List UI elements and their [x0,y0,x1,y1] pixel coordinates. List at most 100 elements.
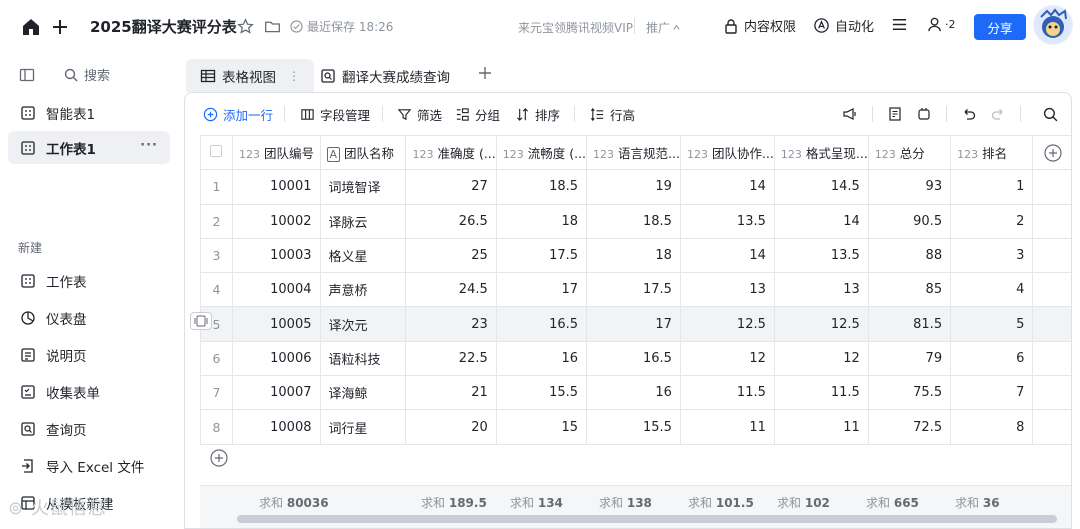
new-worksheet-item[interactable]: 工作表 [8,264,170,297]
table-cell[interactable]: 10002 [231,203,321,239]
table-cell[interactable]: 13 [679,272,775,308]
table-cell[interactable]: 3 [950,237,1034,274]
sum-fluency[interactable]: 求和 134 [510,494,563,511]
column-header[interactable]: 123 语言规范... [586,134,681,171]
table-row[interactable]: 7 10007 译海鲸 21 15.5 16 11.5 11.5 75.5 7 [200,375,1071,411]
avatar[interactable] [1033,5,1073,45]
add-row-button[interactable]: 添加一行 [203,105,273,124]
table-cell[interactable]: 11 [773,409,869,445]
table-cell[interactable]: 13.5 [679,203,775,239]
table-row[interactable]: 2 10002 译脉云 26.5 18 18.5 13.5 14 90.5 2 [200,203,1071,239]
tab-table-view[interactable]: 表格视图 ⋮ [186,59,314,92]
table-row[interactable]: 1 10001 词境智译 27 18.5 19 14 14.5 93 1 [200,169,1071,205]
add-view-icon[interactable] [478,66,492,80]
team-name-cell[interactable]: 译脉云 [319,203,407,239]
table-row[interactable]: 5 10005 译次元 23 16.5 17 12.5 12.5 81.5 5 [200,306,1071,342]
table-cell[interactable]: 90.5 [867,203,952,239]
column-header[interactable]: A 团队名称 [319,134,407,171]
table-cell[interactable]: 18.5 [495,169,588,205]
sum-language[interactable]: 求和 138 [599,494,652,511]
table-cell[interactable]: 16 [495,340,588,377]
home-icon[interactable] [20,16,42,38]
table-cell[interactable]: 93 [867,169,952,205]
table-cell[interactable]: 79 [867,340,952,377]
table-cell[interactable]: 14 [773,203,869,239]
folder-icon[interactable] [263,17,281,35]
column-header[interactable]: 123 团队编号 [231,134,321,171]
table-cell[interactable]: 21 [405,375,497,411]
sidebar-item-smart-table[interactable]: 智能表1 [8,96,170,129]
table-cell[interactable]: 13 [773,272,869,308]
import-excel-item[interactable]: 导入 Excel 文件 [8,449,170,482]
select-all-checkbox[interactable] [200,134,233,171]
star-icon[interactable] [236,17,254,35]
new-doc-page-item[interactable]: 说明页 [8,338,170,371]
team-name-cell[interactable]: 声意桥 [319,272,407,308]
announce-icon[interactable] [842,106,858,122]
table-cell[interactable]: 10003 [231,237,321,274]
add-row-icon[interactable] [210,449,228,467]
promo-link[interactable]: 推广 [646,19,681,36]
column-header[interactable]: 123 排名 [950,134,1034,171]
table-cell[interactable]: 10004 [231,272,321,308]
table-cell[interactable]: 16.5 [495,306,588,342]
table-cell[interactable]: 17.5 [495,237,588,274]
undo-icon[interactable] [961,106,977,122]
table-cell[interactable]: 23 [405,306,497,342]
new-plus-icon[interactable] [49,16,71,38]
sum-teamwork[interactable]: 求和 101.5 [688,494,754,511]
table-cell[interactable]: 24.5 [405,272,497,308]
column-header[interactable]: 123 流畅度 (... [495,134,588,171]
team-name-cell[interactable]: 译海鲸 [319,375,407,411]
table-cell[interactable]: 15 [495,409,588,445]
table-row[interactable]: 3 10003 格义星 25 17.5 18 14 13.5 88 3 [200,237,1071,274]
column-header[interactable]: 123 准确度 (... [405,134,497,171]
table-cell[interactable]: 1 [950,169,1034,205]
sum-rank[interactable]: 求和 36 [955,494,1000,511]
table-cell[interactable]: 72.5 [867,409,952,445]
horizontal-scrollbar[interactable] [237,515,1057,523]
table-cell[interactable]: 26.5 [405,203,497,239]
table-cell[interactable]: 12.5 [773,306,869,342]
row-height-button[interactable]: 行高 [590,105,635,124]
table-cell[interactable]: 15.5 [586,409,681,445]
table-cell[interactable]: 11 [679,409,775,445]
group-button[interactable]: 分组 [455,105,500,124]
table-cell[interactable]: 6 [950,340,1034,377]
table-cell[interactable]: 16 [586,375,681,411]
table-cell[interactable]: 16.5 [586,340,681,377]
table-cell[interactable]: 10007 [231,375,321,411]
menu-button[interactable] [891,16,908,33]
table-cell[interactable]: 17.5 [586,272,681,308]
sidebar-toggle-icon[interactable] [18,66,36,84]
table-cell[interactable]: 7 [950,375,1034,411]
table-cell[interactable]: 15.5 [495,375,588,411]
table-cell[interactable]: 27 [405,169,497,205]
sidebar-item-worksheet[interactable]: 工作表1 ··· [8,131,170,164]
permission-button[interactable]: 内容权限 [723,16,796,35]
share-button[interactable]: 分享 [974,14,1026,40]
table-row[interactable]: 4 10004 声意桥 24.5 17 17.5 13 13 85 4 [200,272,1071,308]
team-name-cell[interactable]: 语粒科技 [319,340,407,377]
row-drag-handle-icon[interactable] [190,312,212,330]
tab-score-query[interactable]: 翻译大赛成绩查询 [306,59,464,92]
table-cell[interactable]: 81.5 [867,306,952,342]
redo-icon[interactable] [990,106,1006,122]
table-cell[interactable]: 18.5 [586,203,681,239]
sum-accuracy[interactable]: 求和 189.5 [421,494,487,511]
table-cell[interactable]: 25 [405,237,497,274]
table-cell[interactable]: 12 [773,340,869,377]
add-column-button[interactable] [1032,134,1071,171]
automation-button[interactable]: 自动化 [813,16,874,35]
table-cell[interactable]: 18 [586,237,681,274]
table-cell[interactable]: 12 [679,340,775,377]
search-icon[interactable] [1042,106,1058,122]
sort-button[interactable]: 排序 [515,105,560,124]
table-cell[interactable]: 10005 [231,306,321,342]
new-form-item[interactable]: 收集表单 [8,375,170,408]
sum-team-id[interactable]: 求和 80036 [259,494,329,511]
table-cell[interactable]: 75.5 [867,375,952,411]
table-cell[interactable]: 10001 [231,169,321,205]
table-cell[interactable]: 17 [495,272,588,308]
new-query-item[interactable]: 查询页 [8,412,170,445]
